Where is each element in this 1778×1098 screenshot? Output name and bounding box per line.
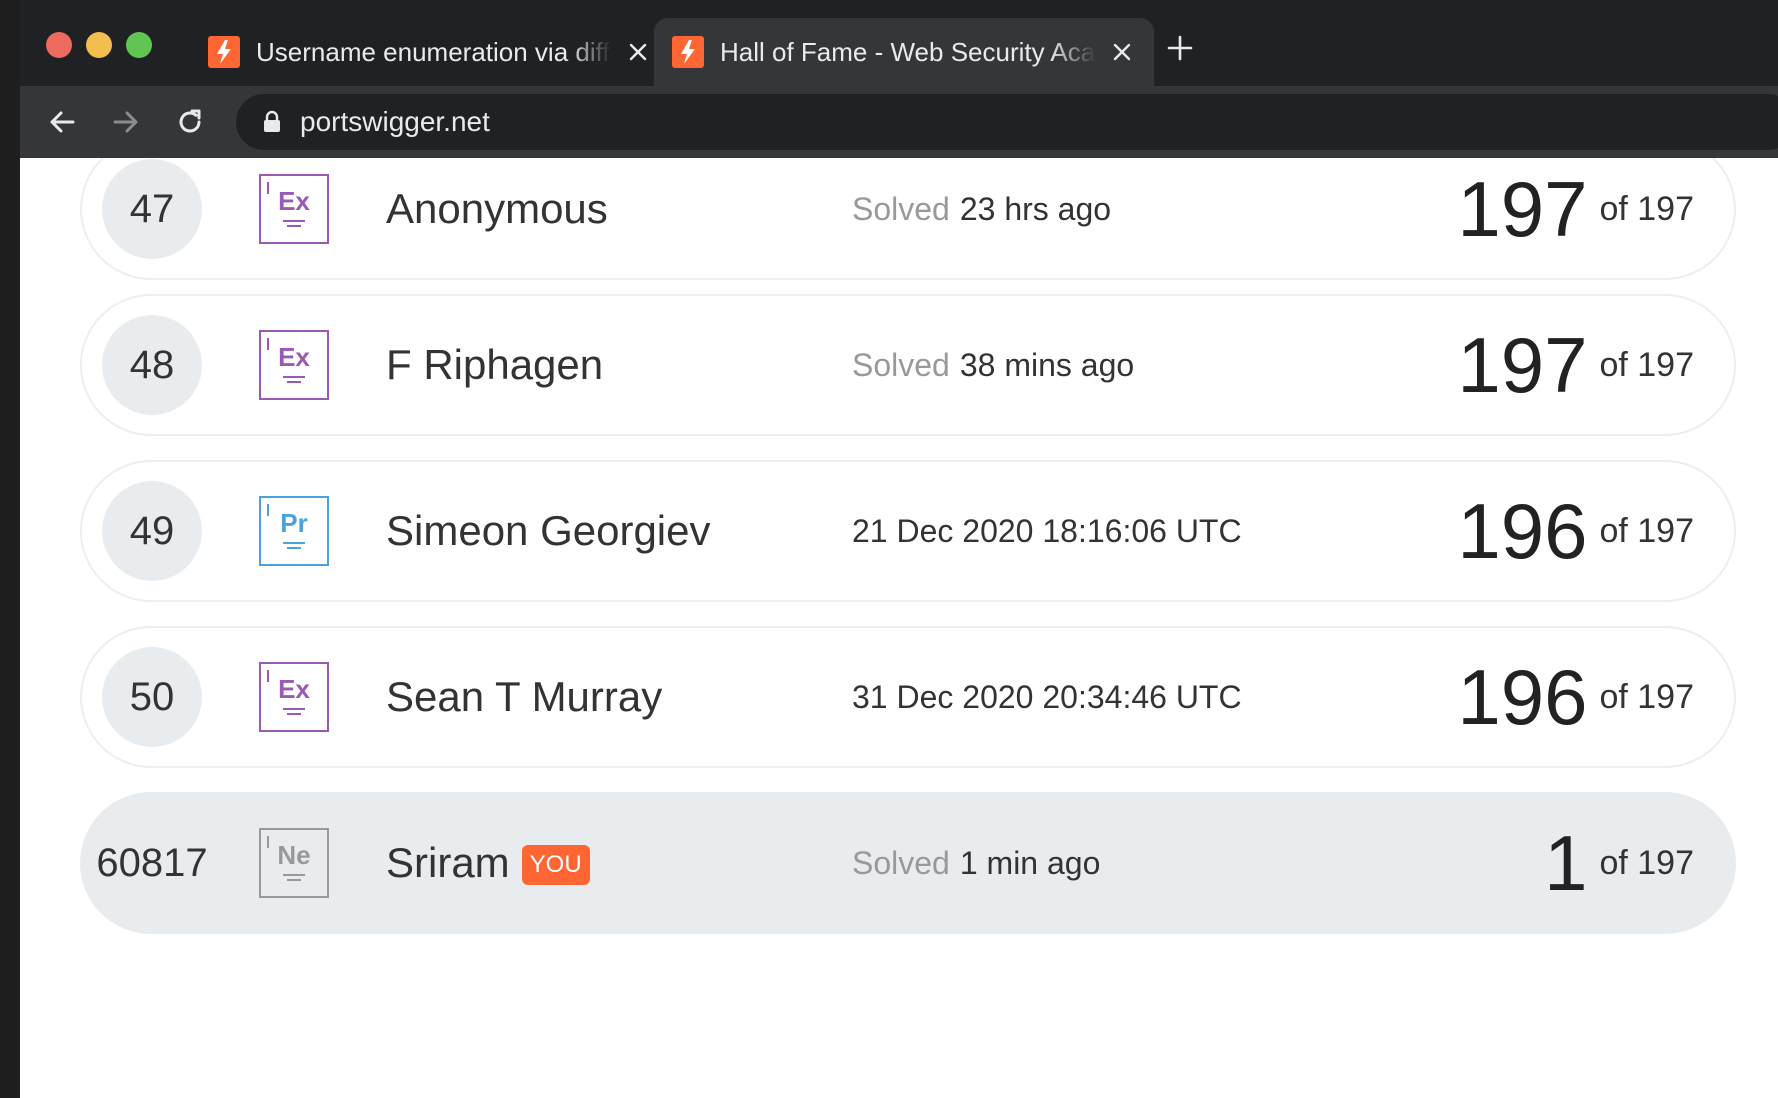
user-name: F Riphagen xyxy=(386,296,603,434)
window-close-button[interactable] xyxy=(46,32,72,58)
tab-username-enumeration[interactable]: Username enumeration via different respo… xyxy=(190,18,670,86)
badge-symbol: Ex xyxy=(278,341,310,372)
score-value: 1 xyxy=(1544,819,1588,907)
user-name-text: Sriram xyxy=(386,839,510,886)
score-total: of 197 xyxy=(1599,843,1694,882)
badge-line xyxy=(287,878,301,881)
lock-icon xyxy=(264,110,280,132)
score-total: of 197 xyxy=(1599,677,1694,716)
user-name-text: F Riphagen xyxy=(386,341,604,388)
tab-close-icon[interactable] xyxy=(624,38,652,66)
score: 197 of 197 xyxy=(1457,296,1694,434)
badge-line xyxy=(283,707,305,710)
badge-line xyxy=(287,712,301,715)
rank-number: 48 xyxy=(102,315,202,415)
badge-line xyxy=(287,380,301,383)
badge-symbol: Ex xyxy=(278,185,310,216)
forward-arrow-icon[interactable] xyxy=(106,102,146,142)
score-total: of 197 xyxy=(1599,511,1694,550)
last-solved: Solved 38 mins ago xyxy=(852,296,1134,434)
score-total: of 197 xyxy=(1599,345,1694,384)
new-tab-plus-icon[interactable] xyxy=(1162,30,1198,66)
solved-prefix: Solved xyxy=(852,844,950,881)
desktop-edge xyxy=(0,0,20,1098)
user-name-text: Sean T Murray xyxy=(386,673,663,720)
leaderboard-row: 48 Ex F Riphagen Solved 38 mins ago 197 … xyxy=(80,294,1736,436)
badge-line xyxy=(283,219,305,222)
tab-title: Username enumeration via different respo… xyxy=(256,36,612,67)
score-value: 196 xyxy=(1457,653,1588,741)
tab-close-icon[interactable] xyxy=(1108,38,1136,66)
user-name-text: Anonymous xyxy=(386,185,608,232)
badge-tick xyxy=(267,836,269,848)
score-value: 197 xyxy=(1457,321,1588,409)
rank-number: 50 xyxy=(102,647,202,747)
window-maximize-button[interactable] xyxy=(126,32,152,58)
badge-line xyxy=(283,375,305,378)
score: 196 of 197 xyxy=(1457,462,1694,600)
score: 1 of 197 xyxy=(1544,794,1694,932)
rank-number: 60817 xyxy=(96,840,208,885)
solved-prefix: Solved xyxy=(852,190,950,227)
leaderboard-row: 49 Pr Simeon Georgiev 21 Dec 2020 18:16:… xyxy=(80,460,1736,602)
badge-line xyxy=(283,873,305,876)
last-solved: Solved 23 hrs ago xyxy=(852,158,1111,278)
badge-symbol: Ne xyxy=(277,839,311,870)
score: 197 of 197 xyxy=(1457,158,1694,278)
rank-number: 49 xyxy=(102,481,202,581)
last-solved: 31 Dec 2020 20:34:46 UTC xyxy=(852,628,1242,766)
last-solved: Solved 1 min ago xyxy=(852,794,1100,932)
tab-strip: Username enumeration via different respo… xyxy=(20,0,1778,86)
badge-symbol: Pr xyxy=(280,507,308,538)
score-total: of 197 xyxy=(1599,189,1694,228)
browser-toolbar: portswigger.net xyxy=(20,86,1778,158)
badge-tick xyxy=(267,670,269,682)
badge-tick xyxy=(267,182,269,194)
window-minimize-button[interactable] xyxy=(86,32,112,58)
url-text: portswigger.net xyxy=(300,106,490,137)
tab-title: Hall of Fame - Web Security Academy xyxy=(720,36,1096,67)
user-name: Sriram YOU xyxy=(386,794,590,932)
user-name: Anonymous xyxy=(386,158,608,278)
leaderboard-row: 50 Ex Sean T Murray 31 Dec 2020 20:34:46… xyxy=(80,626,1736,768)
hall-of-fame-leaderboard: 47 Ex Anonymous Solved 23 hrs ago 197 of… xyxy=(20,158,1778,1098)
level-badge-icon: Ex xyxy=(259,330,329,400)
leaderboard-row: 47 Ex Anonymous Solved 23 hrs ago 197 of… xyxy=(80,158,1736,280)
browser-window: Username enumeration via different respo… xyxy=(20,0,1778,1098)
badge-line xyxy=(283,541,305,544)
address-bar[interactable]: portswigger.net xyxy=(236,94,1778,150)
score-value: 196 xyxy=(1457,487,1588,575)
solved-time: 31 Dec 2020 20:34:46 UTC xyxy=(852,678,1242,715)
you-badge: YOU xyxy=(521,845,590,885)
level-badge-icon: Ex xyxy=(259,174,329,244)
solved-time: 21 Dec 2020 18:16:06 UTC xyxy=(852,512,1242,549)
portswigger-favicon-icon xyxy=(208,36,240,68)
level-badge-icon: Ex xyxy=(259,662,329,732)
portswigger-favicon-icon xyxy=(672,36,704,68)
solved-time: 1 min ago xyxy=(959,844,1101,881)
solved-time: 23 hrs ago xyxy=(959,190,1112,227)
solved-time: 38 mins ago xyxy=(959,346,1135,383)
badge-tick xyxy=(267,504,269,516)
score: 196 of 197 xyxy=(1457,628,1694,766)
level-badge-icon: Pr xyxy=(259,496,329,566)
user-name: Simeon Georgiev xyxy=(386,462,711,600)
badge-tick xyxy=(267,338,269,350)
rank-number: 47 xyxy=(102,159,202,259)
solved-prefix: Solved xyxy=(852,346,950,383)
badge-symbol: Ex xyxy=(278,673,310,704)
level-badge-icon: Ne xyxy=(259,828,329,898)
score-value: 197 xyxy=(1457,165,1588,253)
last-solved: 21 Dec 2020 18:16:06 UTC xyxy=(852,462,1242,600)
badge-line xyxy=(287,224,301,227)
leaderboard-row-current-user: 60817 Ne Sriram YOU Solved 1 min ago 1 o… xyxy=(80,792,1736,934)
back-arrow-icon[interactable] xyxy=(42,102,82,142)
user-name: Sean T Murray xyxy=(386,628,662,766)
reload-icon[interactable] xyxy=(170,102,210,142)
badge-line xyxy=(287,546,301,549)
tab-hall-of-fame[interactable]: Hall of Fame - Web Security Academy xyxy=(654,18,1154,86)
user-name-text: Simeon Georgiev xyxy=(386,507,711,554)
